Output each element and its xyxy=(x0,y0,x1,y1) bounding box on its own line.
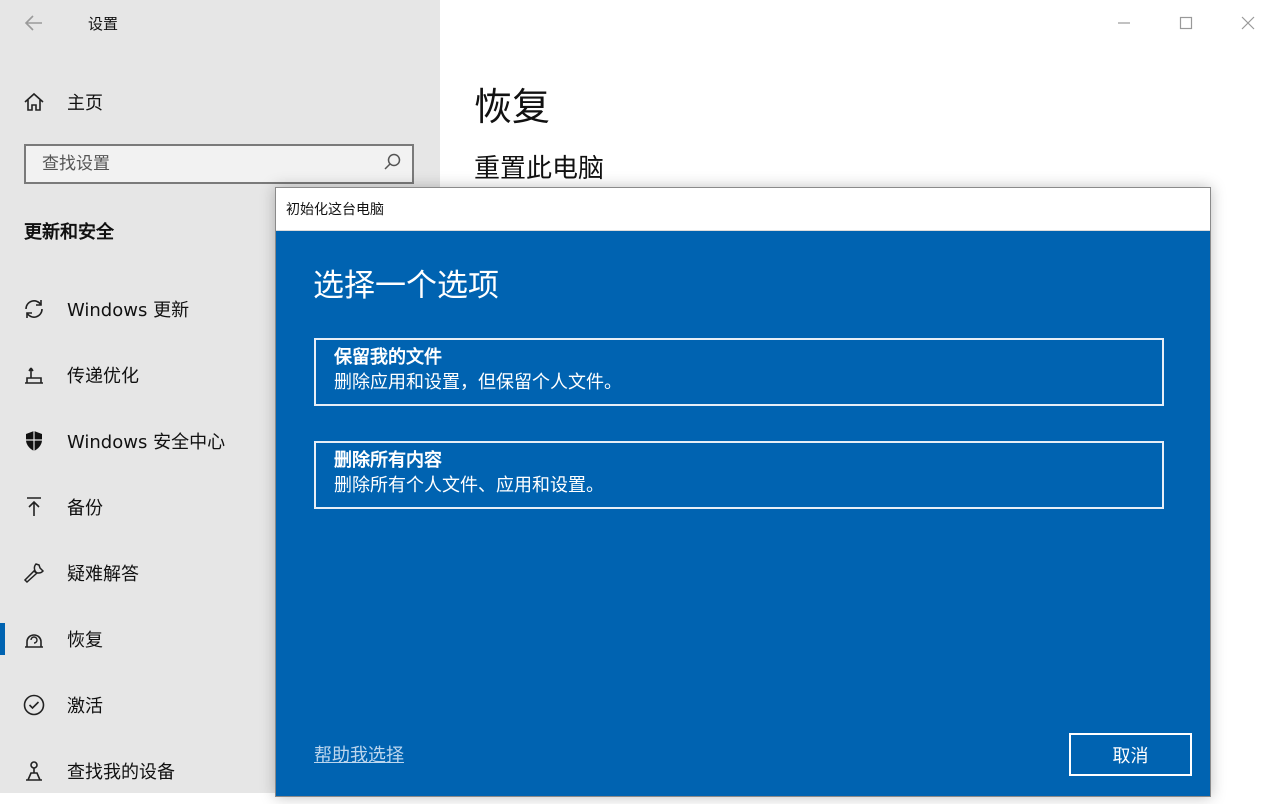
sidebar-item-label: 疑难解答 xyxy=(67,564,139,585)
search-input[interactable] xyxy=(40,153,364,175)
help-me-choose-link[interactable]: 帮助我选择 xyxy=(314,741,404,767)
find-device-icon xyxy=(22,759,46,783)
sidebar-item-label: 查找我的设备 xyxy=(67,762,175,783)
option-description: 删除所有个人文件、应用和设置。 xyxy=(334,475,604,496)
dialog-heading: 选择一个选项 xyxy=(313,268,499,304)
window-controls xyxy=(1093,0,1279,46)
cancel-button[interactable]: 取消 xyxy=(1069,733,1192,776)
sidebar-item-label: 传递优化 xyxy=(67,366,139,387)
option-title: 保留我的文件 xyxy=(334,347,442,368)
check-circle-icon xyxy=(22,693,46,717)
sidebar-item-label: Windows 更新 xyxy=(67,300,190,321)
keep-my-files-option[interactable]: 保留我的文件 删除应用和设置，但保留个人文件。 xyxy=(314,338,1164,406)
minimize-icon[interactable] xyxy=(1093,0,1155,46)
delivery-optimization-icon xyxy=(22,363,46,387)
title-bar-left: 设置 xyxy=(0,0,440,46)
sidebar-item-label: 激活 xyxy=(67,696,103,717)
reset-pc-heading: 重置此电脑 xyxy=(474,154,605,184)
recovery-icon xyxy=(22,627,46,651)
search-box[interactable] xyxy=(24,144,414,184)
sidebar-item-label: 备份 xyxy=(67,498,103,519)
sidebar-item-label: Windows 安全中心 xyxy=(67,432,226,453)
remove-everything-option[interactable]: 删除所有内容 删除所有个人文件、应用和设置。 xyxy=(314,441,1164,509)
reset-pc-dialog: 初始化这台电脑 选择一个选项 保留我的文件 删除应用和设置，但保留个人文件。 删… xyxy=(275,187,1211,797)
option-description: 删除应用和设置，但保留个人文件。 xyxy=(334,372,622,393)
refresh-icon xyxy=(22,297,46,321)
close-icon[interactable] xyxy=(1217,0,1279,46)
home-label: 主页 xyxy=(67,93,103,114)
search-icon[interactable] xyxy=(382,152,402,176)
wrench-icon xyxy=(22,561,46,585)
dialog-title: 初始化这台电脑 xyxy=(286,202,384,218)
maximize-icon[interactable] xyxy=(1155,0,1217,46)
page-title: 恢复 xyxy=(474,85,551,129)
app-title: 设置 xyxy=(88,15,119,33)
sidebar-item-label: 恢复 xyxy=(67,630,103,651)
section-title: 更新和安全 xyxy=(24,222,114,243)
back-arrow-icon[interactable] xyxy=(22,12,46,34)
backup-arrow-icon xyxy=(22,495,46,519)
option-title: 删除所有内容 xyxy=(334,450,442,471)
sidebar-item-home[interactable]: 主页 xyxy=(22,86,422,118)
home-icon xyxy=(22,90,46,114)
shield-icon xyxy=(22,429,46,453)
dialog-title-bar: 初始化这台电脑 xyxy=(276,188,1210,231)
